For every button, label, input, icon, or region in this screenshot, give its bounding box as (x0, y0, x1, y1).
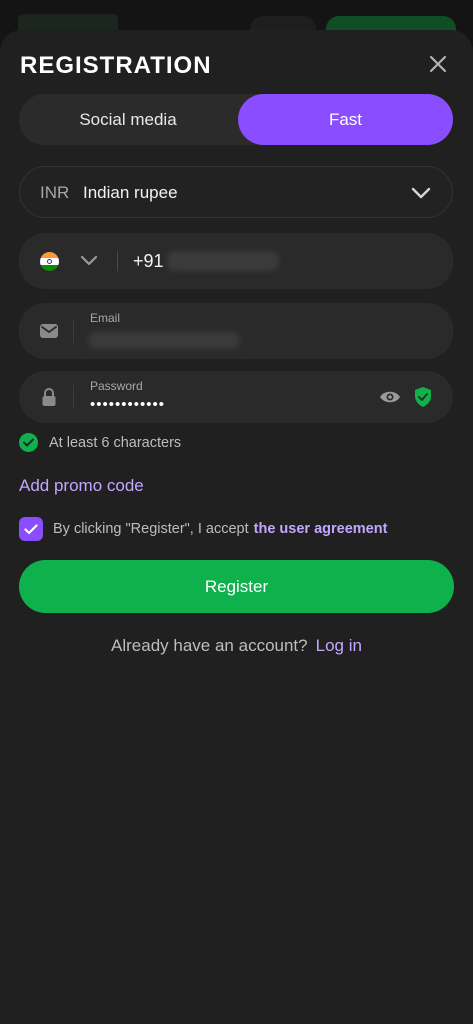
divider (117, 251, 118, 271)
close-button[interactable] (424, 50, 452, 78)
eye-icon[interactable] (379, 388, 401, 406)
registration-sheet: REGISTRATION Social media Fast INR India… (0, 30, 473, 1024)
user-agreement-link[interactable]: the user agreement (254, 521, 388, 537)
currency-code: INR (40, 183, 70, 202)
country-chevron-down-icon[interactable] (79, 252, 99, 270)
currency-select[interactable]: INR Indian rupee (19, 166, 453, 218)
phone-number-input[interactable] (167, 251, 279, 271)
mail-icon (40, 324, 58, 338)
register-button[interactable]: Register (19, 560, 454, 613)
check-circle-icon (19, 433, 38, 452)
email-label: Email (90, 311, 121, 325)
currency-name: Indian rupee (83, 183, 178, 202)
chevron-down-icon (411, 187, 431, 199)
hint-text: At least 6 characters (49, 434, 182, 451)
email-field[interactable]: Email (19, 303, 453, 359)
tab-fast[interactable]: Fast (238, 94, 453, 145)
checkmark-icon (24, 523, 38, 534)
login-prompt: Already have an account? Log in (0, 636, 473, 656)
lock-icon (42, 388, 56, 406)
agreement-checkbox[interactable] (19, 517, 43, 541)
india-flag-icon[interactable] (40, 252, 59, 271)
phone-prefix: +91 (133, 251, 164, 271)
divider (73, 385, 74, 409)
divider (73, 319, 74, 343)
password-input-value: •••••••••••• (90, 396, 166, 413)
tab-social-media[interactable]: Social media (19, 94, 237, 145)
phone-field: +91 (19, 233, 453, 289)
close-icon (429, 55, 447, 73)
shield-check-icon (415, 387, 431, 407)
password-hint: At least 6 characters (19, 433, 181, 452)
log-in-link[interactable]: Log in (316, 636, 362, 655)
email-input-value (88, 332, 240, 349)
registration-tabs: Social media Fast (19, 94, 453, 145)
login-question: Already have an account? (111, 636, 308, 655)
add-promo-code-link[interactable]: Add promo code (19, 476, 144, 496)
agreement-row: By clicking "Register", I accept the use… (19, 517, 387, 541)
agreement-text: By clicking "Register", I accept (53, 521, 249, 537)
password-label: Password (90, 379, 143, 393)
page-title: REGISTRATION (20, 52, 212, 79)
password-field[interactable]: Password •••••••••••• (19, 371, 453, 423)
